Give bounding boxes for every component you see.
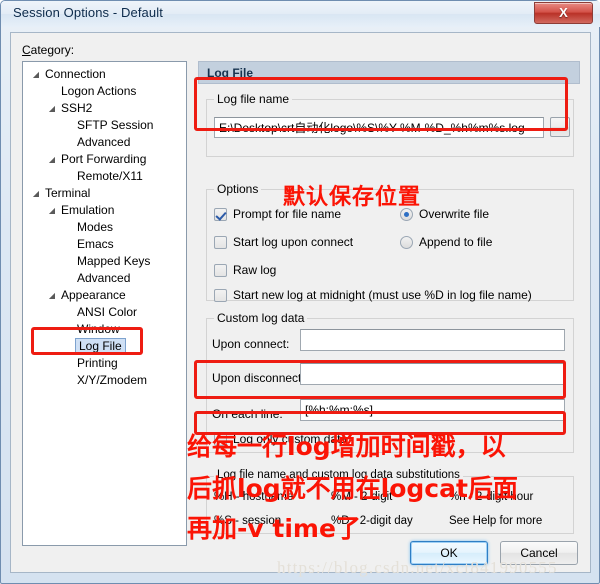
tree-item-label: SSH2 bbox=[61, 101, 93, 115]
tree-item-label: Advanced bbox=[77, 135, 131, 149]
substitution-2-digit-hour: %h - 2-digit hour bbox=[449, 491, 534, 503]
browse-button[interactable]: ... bbox=[550, 117, 570, 137]
expander-arrow-icon[interactable]: ◢ bbox=[47, 151, 57, 168]
panel-title: Log File bbox=[207, 66, 253, 80]
tree-item-remote-x11[interactable]: Remote/X11 bbox=[23, 168, 186, 185]
tree-item-window[interactable]: Window bbox=[23, 321, 186, 338]
tree-item-modes[interactable]: Modes bbox=[23, 219, 186, 236]
tree-item-label: Emacs bbox=[77, 237, 114, 251]
tree-item-mapped-keys[interactable]: Mapped Keys bbox=[23, 253, 186, 270]
options-legend: Options bbox=[214, 182, 262, 196]
upon-connect-label: Upon connect: bbox=[212, 337, 290, 351]
title-bar: Session Options - Default X bbox=[1, 1, 600, 27]
checkbox-label: Raw log bbox=[233, 263, 277, 277]
tree-item-label: Mapped Keys bbox=[77, 254, 151, 268]
substitution-session: %S - session bbox=[214, 515, 282, 527]
close-icon: X bbox=[559, 5, 568, 20]
on-each-line-label: On each line: bbox=[212, 407, 283, 421]
radio-button bbox=[400, 208, 413, 221]
upon-connect-input[interactable] bbox=[300, 329, 565, 351]
tree-item-label: Terminal bbox=[45, 186, 91, 200]
tree-item-log-file[interactable]: Log File bbox=[23, 338, 186, 355]
log-file-name-legend: Log file name bbox=[214, 92, 293, 106]
checkbox-box bbox=[214, 289, 227, 302]
expander-arrow-icon[interactable]: ◢ bbox=[47, 202, 57, 219]
tree-item-label: Modes bbox=[77, 220, 114, 234]
tree-item-label: Advanced bbox=[77, 271, 131, 285]
upon-disconnect-label: Upon disconnect: bbox=[212, 371, 305, 385]
tree-item-label: Printing bbox=[77, 356, 118, 370]
tree-item-terminal[interactable]: ◢ Terminal bbox=[23, 185, 186, 202]
tree-item-label: Log File bbox=[75, 338, 126, 355]
upon-disconnect-input[interactable] bbox=[300, 363, 565, 385]
checkbox-box bbox=[214, 433, 227, 446]
close-button[interactable]: X bbox=[534, 2, 593, 24]
ok-button[interactable]: OK bbox=[410, 541, 488, 565]
tree-item-printing[interactable]: Printing bbox=[23, 355, 186, 372]
checkbox-label: Start new log at midnight (must use %D i… bbox=[233, 288, 532, 302]
checkbox-label: Start log upon connect bbox=[233, 235, 354, 249]
expander-arrow-icon[interactable]: ◢ bbox=[31, 185, 41, 202]
tree-item-label: Window bbox=[77, 322, 120, 336]
tree-item-label: Remote/X11 bbox=[77, 169, 143, 183]
tree-item-label: Logon Actions bbox=[61, 84, 137, 98]
checkbox-box bbox=[214, 208, 227, 221]
expander-arrow-icon[interactable]: ◢ bbox=[47, 100, 57, 117]
tree-item-label: SFTP Session bbox=[77, 118, 154, 132]
tree-item-label: Appearance bbox=[61, 288, 126, 302]
tree-item-logon-actions[interactable]: Logon Actions bbox=[23, 83, 186, 100]
tree-item-connection[interactable]: ◢ Connection bbox=[23, 66, 186, 83]
tree-item-label: Port Forwarding bbox=[61, 152, 147, 166]
substitution-2-digit-day: %D - 2-digit day bbox=[331, 515, 413, 527]
session-options-dialog: Session Options - Default X Category: ◢ C… bbox=[0, 0, 600, 584]
tree-item-emulation[interactable]: ◢ Emulation bbox=[23, 202, 186, 219]
substitution-2-digit-month: %M - 2-digit bbox=[331, 491, 393, 503]
expander-arrow-icon[interactable]: ◢ bbox=[47, 287, 57, 304]
radio-label: Append to file bbox=[419, 235, 493, 249]
substitution-see-help: See Help for more bbox=[449, 515, 543, 527]
tree-item-advanced[interactable]: Advanced bbox=[23, 134, 186, 151]
tree-item-x-y-zmodem[interactable]: X/Y/Zmodem bbox=[23, 372, 186, 389]
checkbox-box bbox=[214, 236, 227, 249]
tree-item-port-forwarding[interactable]: ◢ Port Forwarding bbox=[23, 151, 186, 168]
expander-arrow-icon[interactable]: ◢ bbox=[31, 66, 41, 83]
category-label: Category: bbox=[22, 43, 75, 57]
radio-label: Overwrite file bbox=[419, 207, 490, 221]
tree-item-ssh2[interactable]: ◢ SSH2 bbox=[23, 100, 186, 117]
tree-item-appearance[interactable]: ◢ Appearance bbox=[23, 287, 186, 304]
custom-log-data-legend: Custom log data bbox=[214, 311, 308, 325]
window-title: Session Options - Default bbox=[13, 5, 163, 20]
tree-item-ansi-color[interactable]: ANSI Color bbox=[23, 304, 186, 321]
tree-item-emacs[interactable]: Emacs bbox=[23, 236, 186, 253]
category-tree[interactable]: ◢ Connection Logon Actions ◢ SSH2 SFTP Sessio… bbox=[22, 61, 187, 546]
substitution-hostname: %H - hostname bbox=[214, 491, 294, 503]
checkbox-label: Prompt for file name bbox=[233, 207, 342, 221]
panel-header: Log File bbox=[198, 61, 580, 84]
radio-button bbox=[400, 236, 413, 249]
tree-item-label: Connection bbox=[45, 67, 106, 81]
checkbox-label: Log only custom data bbox=[233, 432, 348, 446]
tree-item-sftp-session[interactable]: SFTP Session bbox=[23, 117, 186, 134]
tree-item-label: Emulation bbox=[61, 203, 115, 217]
log-file-name-input[interactable]: E:\Desktop\crt自动化logo\%S\%Y-%M-%D_%h%m%s… bbox=[214, 117, 544, 138]
substitutions-legend: Log file name and custom log data substi… bbox=[214, 469, 463, 481]
checkbox-box bbox=[214, 264, 227, 277]
tree-item-label: ANSI Color bbox=[77, 305, 138, 319]
on-each-line-input[interactable]: [%h:%m:%s] bbox=[300, 399, 565, 421]
tree-item-advanced[interactable]: Advanced bbox=[23, 270, 186, 287]
cancel-button[interactable]: Cancel bbox=[500, 541, 578, 565]
tree-item-label: X/Y/Zmodem bbox=[77, 373, 148, 387]
dialog-client-area: Category: ◢ Connection Logon Actions ◢ SSH2 S… bbox=[10, 32, 591, 573]
